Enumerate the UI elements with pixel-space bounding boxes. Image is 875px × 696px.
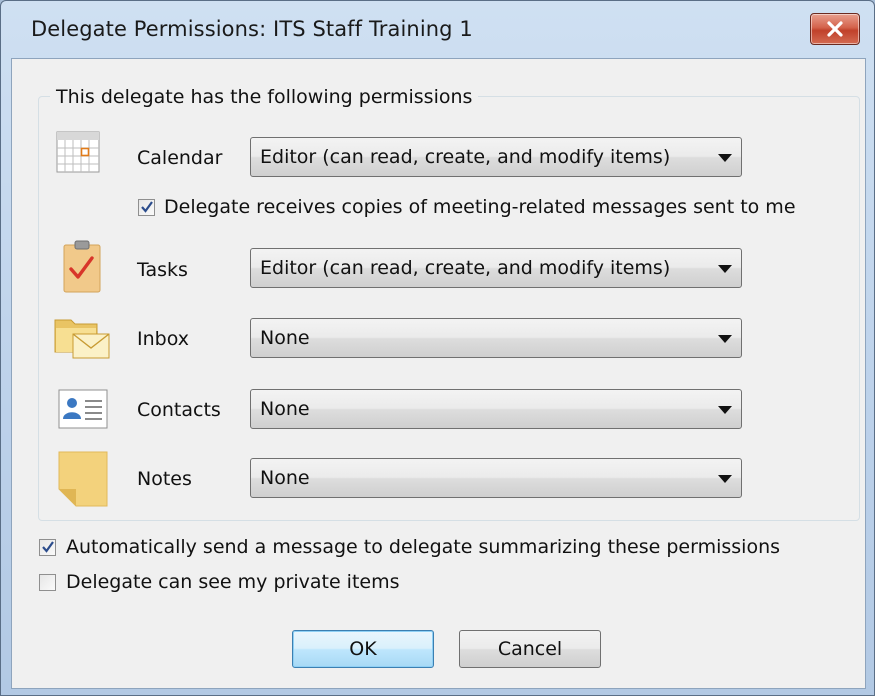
private-items-checkbox[interactable] xyxy=(39,574,56,591)
contacts-permission-select[interactable]: None xyxy=(250,389,742,429)
meeting-copies-label: Delegate receives copies of meeting-rela… xyxy=(164,196,796,218)
ok-button[interactable]: OK xyxy=(292,630,434,668)
checkmark-icon xyxy=(42,541,54,553)
dialog-body: This delegate has the following permissi… xyxy=(11,58,866,689)
delegate-permissions-window: Delegate Permissions: ITS Staff Training… xyxy=(0,0,875,696)
permissions-group-label: This delegate has the following permissi… xyxy=(50,86,479,108)
calendar-icon xyxy=(56,131,100,177)
notes-label: Notes xyxy=(137,468,192,490)
contacts-label: Contacts xyxy=(137,399,221,421)
inbox-permission-value: None xyxy=(260,327,310,349)
window-title: Delegate Permissions: ITS Staff Training… xyxy=(31,17,473,41)
meeting-copies-checkbox[interactable] xyxy=(138,199,155,216)
chevron-down-icon xyxy=(718,335,732,343)
inbox-icon xyxy=(53,312,113,364)
auto-send-label: Automatically send a message to delegate… xyxy=(66,536,781,558)
close-button[interactable] xyxy=(810,13,860,45)
notes-permission-select[interactable]: None xyxy=(250,458,742,498)
title-bar[interactable]: Delegate Permissions: ITS Staff Training… xyxy=(1,1,874,57)
notes-icon xyxy=(58,451,108,511)
notes-permission-value: None xyxy=(260,467,310,489)
tasks-icon xyxy=(63,239,101,297)
checkmark-icon xyxy=(141,201,153,213)
tasks-label: Tasks xyxy=(137,259,188,281)
auto-send-checkbox[interactable] xyxy=(39,539,56,556)
calendar-permission-select[interactable]: Editor (can read, create, and modify ite… xyxy=(250,137,742,177)
inbox-permission-select[interactable]: None xyxy=(250,318,742,358)
calendar-label: Calendar xyxy=(137,147,223,169)
inbox-label: Inbox xyxy=(137,328,189,350)
calendar-permission-value: Editor (can read, create, and modify ite… xyxy=(260,146,671,168)
chevron-down-icon xyxy=(718,475,732,483)
tasks-permission-select[interactable]: Editor (can read, create, and modify ite… xyxy=(250,248,742,288)
contacts-icon xyxy=(58,389,108,433)
chevron-down-icon xyxy=(718,265,732,273)
contacts-permission-value: None xyxy=(260,398,310,420)
chevron-down-icon xyxy=(718,154,732,162)
private-items-label: Delegate can see my private items xyxy=(66,571,400,593)
chevron-down-icon xyxy=(718,406,732,414)
cancel-button[interactable]: Cancel xyxy=(459,630,601,668)
tasks-permission-value: Editor (can read, create, and modify ite… xyxy=(260,257,671,279)
close-icon xyxy=(827,21,843,37)
